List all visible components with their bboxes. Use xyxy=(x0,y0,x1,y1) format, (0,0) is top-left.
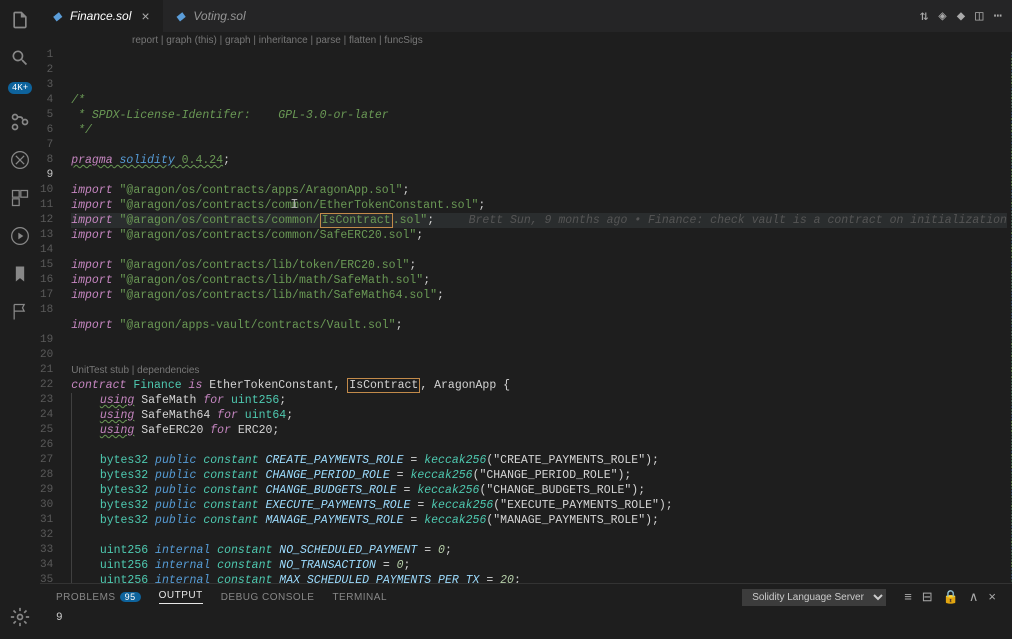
title-actions: ⇅ ◈ ◆ ◫ ⋯ xyxy=(920,0,1012,32)
code-lens[interactable]: report | graph (this) | graph | inherita… xyxy=(40,32,1012,48)
panel-tab-problems[interactable]: PROBLEMS95 xyxy=(56,592,141,603)
extensions-icon[interactable] xyxy=(8,186,32,210)
debug-icon[interactable] xyxy=(8,148,32,172)
preview-icon[interactable]: ◈ xyxy=(938,8,946,25)
bookmark-icon[interactable] xyxy=(8,262,32,286)
compare-icon[interactable]: ⇅ xyxy=(920,8,928,25)
flag-icon[interactable] xyxy=(8,300,32,324)
explorer-icon[interactable] xyxy=(8,8,32,32)
search-icon[interactable] xyxy=(8,46,32,70)
problems-badge: 95 xyxy=(120,592,141,602)
tab-voting[interactable]: ◆ Voting.sol xyxy=(163,0,255,32)
close-panel-icon[interactable]: × xyxy=(988,589,996,605)
activity-bar: 4K+ xyxy=(0,0,40,639)
tab-label: Voting.sol xyxy=(193,9,245,23)
scm-icon[interactable] xyxy=(8,110,32,134)
chevron-up-icon[interactable]: ∧ xyxy=(969,589,979,605)
split-icon[interactable]: ◫ xyxy=(975,8,983,25)
tab-finance[interactable]: ◆ Finance.sol × xyxy=(40,0,163,32)
code-area[interactable]: /* * SPDX-License-Identifer: GPL-3.0-or-… xyxy=(71,48,1007,583)
output-channel-select[interactable]: Solidity Language Server xyxy=(742,589,886,606)
scm-badge[interactable]: 4K+ xyxy=(8,82,32,94)
editor[interactable]: 1234567891011121314151617181920212223242… xyxy=(40,48,1012,583)
clear-icon[interactable]: ⊟ xyxy=(922,589,933,605)
lock-icon[interactable]: 🔒 xyxy=(943,589,959,605)
panel-tab-output[interactable]: OUTPUT xyxy=(159,590,203,604)
play-icon[interactable] xyxy=(8,224,32,248)
close-icon[interactable]: × xyxy=(137,8,153,24)
diamond-icon[interactable]: ◆ xyxy=(957,8,965,25)
panel-tab-debug[interactable]: DEBUG CONSOLE xyxy=(221,592,315,603)
tab-bar: ◆ Finance.sol × ◆ Voting.sol ⇅ ◈ ◆ ◫ ⋯ xyxy=(40,0,1012,32)
gear-icon[interactable] xyxy=(8,605,32,629)
solidity-icon: ◆ xyxy=(50,9,64,23)
gutter: 1234567891011121314151617181920212223242… xyxy=(40,48,71,583)
panel-tab-terminal[interactable]: TERMINAL xyxy=(332,592,387,603)
more-icon[interactable]: ⋯ xyxy=(994,8,1002,25)
bottom-panel: PROBLEMS95 OUTPUT DEBUG CONSOLE TERMINAL… xyxy=(40,583,1012,639)
wrap-icon[interactable]: ≡ xyxy=(904,589,912,605)
tab-label: Finance.sol xyxy=(70,9,131,23)
panel-output[interactable]: 9 xyxy=(40,610,1012,639)
solidity-icon: ◆ xyxy=(173,9,187,23)
minimap[interactable] xyxy=(1007,48,1012,583)
